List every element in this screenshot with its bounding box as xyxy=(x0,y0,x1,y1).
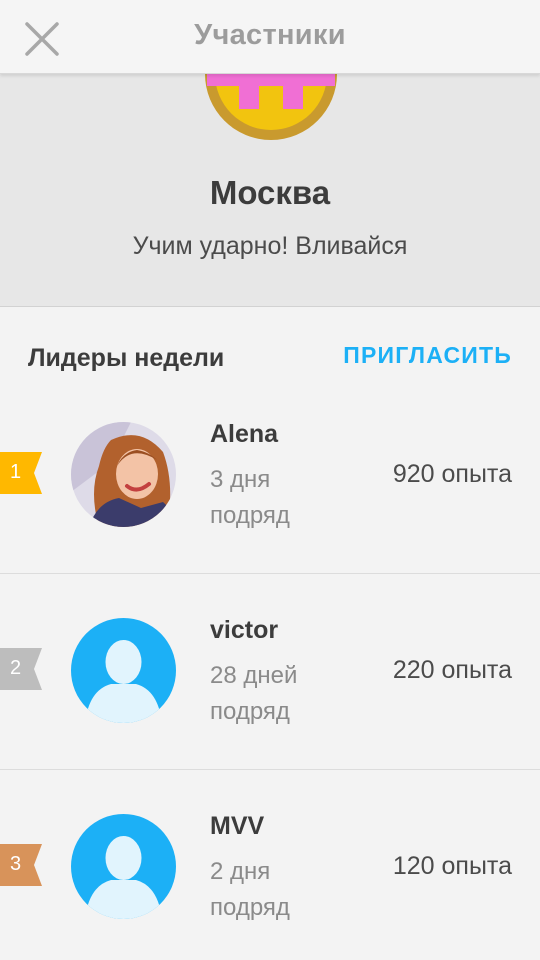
xp-value: 120 опыта xyxy=(392,852,512,880)
rank-number: 3 xyxy=(10,853,22,875)
streak-text: 2 дня подряд xyxy=(210,858,290,921)
avatar[interactable] xyxy=(71,422,176,527)
club-name: Москва xyxy=(209,174,331,211)
default-avatar-icon xyxy=(71,618,176,723)
leaderboard-row[interactable]: 3 MVV 2 дня подряд 120 опыта xyxy=(0,770,540,960)
club-description: Учим ударно! Вливайся xyxy=(132,232,408,260)
leaderboard-title: Лидеры недели xyxy=(28,344,225,372)
page-title: Участники xyxy=(194,19,346,51)
rank-number: 2 xyxy=(10,657,22,679)
leaderboard-row[interactable]: 2 victor 28 дней подряд 220 опыта xyxy=(0,574,540,770)
rank-number: 1 xyxy=(10,461,22,483)
xp-value: 220 опыта xyxy=(392,656,512,684)
invite-button[interactable]: ПРИГЛАСИТЬ xyxy=(343,342,512,369)
user-name: Alena xyxy=(210,420,279,448)
avatar[interactable] xyxy=(71,618,176,723)
avatar[interactable] xyxy=(71,814,176,919)
user-photo xyxy=(71,422,176,527)
user-name: victor xyxy=(210,616,279,644)
default-avatar-icon xyxy=(71,814,176,919)
streak-text: 3 дня подряд xyxy=(210,466,290,529)
xp-value: 920 опыта xyxy=(392,460,512,488)
leaderboard-row[interactable]: 1 Alena 3 дня подряд 920 опыта xyxy=(0,378,540,574)
top-bar: Участники xyxy=(0,0,540,74)
club-header: Москва Учим ударно! Вливайся xyxy=(0,74,540,307)
streak-text: 28 дней подряд xyxy=(210,662,298,725)
club-badge-icon xyxy=(205,74,337,140)
user-name: MVV xyxy=(210,812,265,840)
